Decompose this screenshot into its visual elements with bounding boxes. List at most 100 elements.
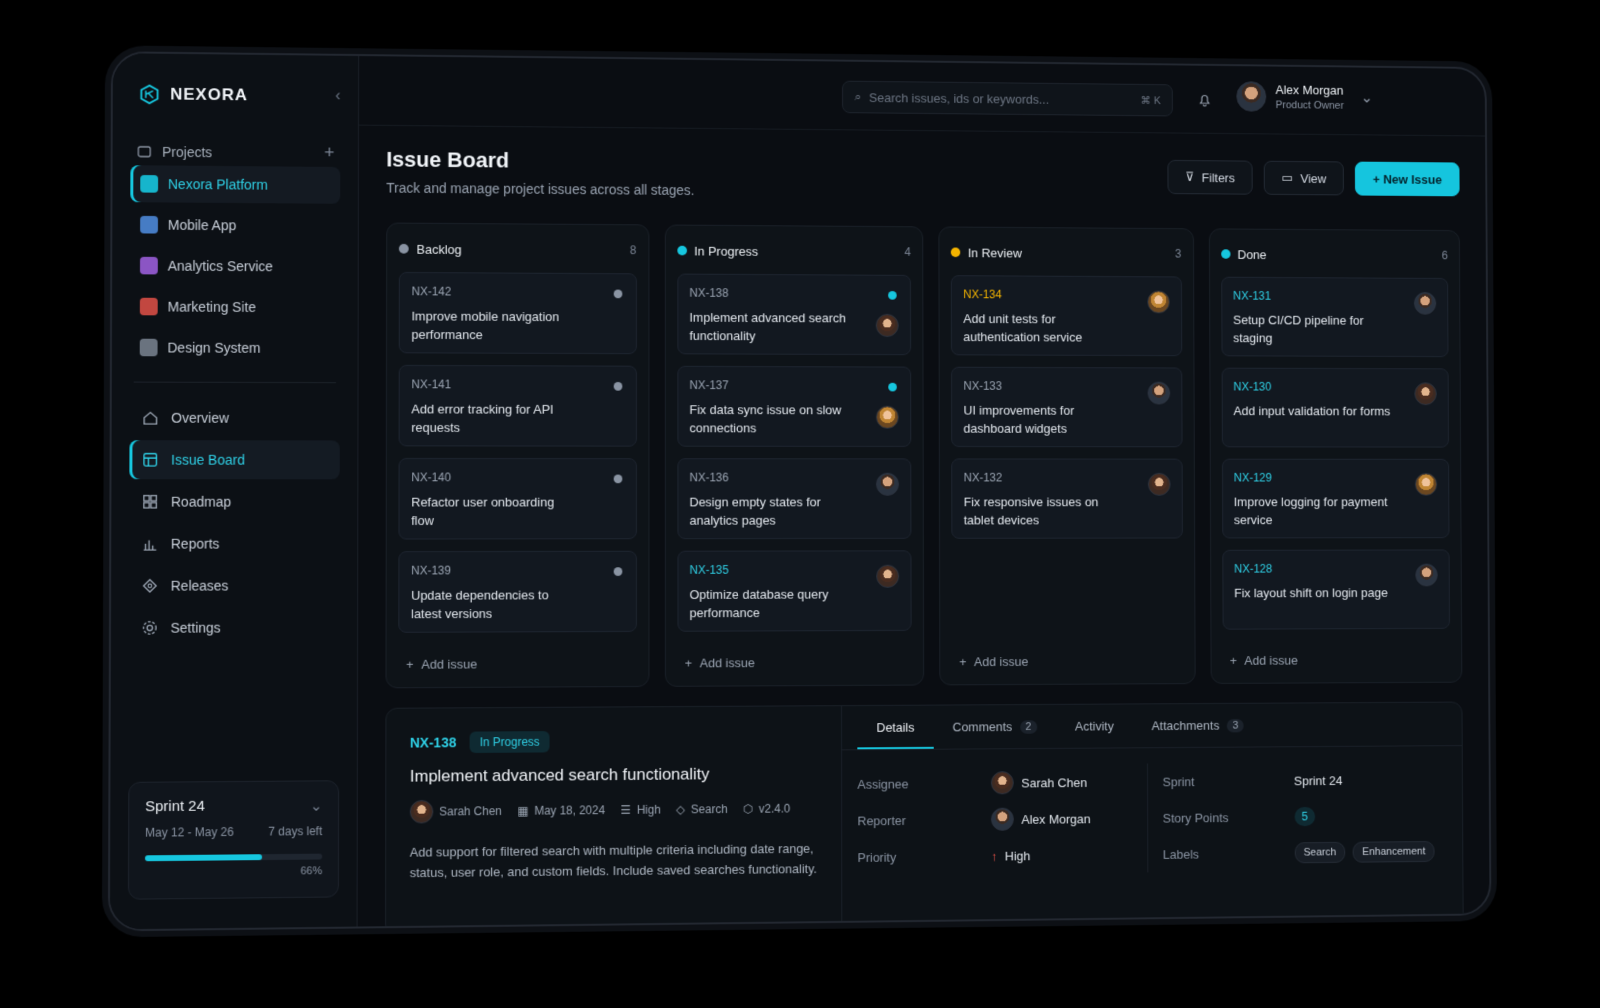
sidebar-project-item[interactable]: Analytics Service: [130, 247, 340, 285]
issue-card[interactable]: NX-134 Add unit tests for authentication …: [951, 275, 1182, 356]
issue-id: NX-141: [411, 378, 623, 392]
issue-card[interactable]: NX-139 Update dependencies to latest vers…: [398, 551, 636, 633]
sprint-progress-fill: [145, 854, 262, 861]
prop-points-value[interactable]: 5: [1294, 807, 1315, 826]
issue-card[interactable]: NX-131 Setup CI/CD pipeline for staging: [1221, 277, 1449, 357]
project-list: Nexora Platform Mobile App Analytics Servi…: [130, 165, 341, 366]
nav-item[interactable]: Settings: [129, 608, 340, 648]
tab-attachments[interactable]: Attachments 3: [1133, 704, 1263, 748]
label-chip[interactable]: Enhancement: [1353, 841, 1435, 863]
tab-label: Comments: [953, 719, 1013, 734]
column-title: In Review: [968, 245, 1022, 260]
prop-sprint-value[interactable]: Sprint 24: [1294, 773, 1343, 788]
add-issue-button[interactable]: + Add issue: [685, 656, 755, 671]
meta-date-value: May 18, 2024: [534, 803, 605, 817]
prop-reporter-key: Reporter: [857, 812, 991, 828]
sprint-progress-label: 66%: [145, 865, 322, 879]
nav-label: Roadmap: [171, 494, 231, 510]
avatar: [876, 314, 899, 337]
meta-priority-value: High: [637, 803, 661, 817]
avatar: [876, 406, 899, 429]
chevron-down-icon[interactable]: ⌄: [310, 797, 322, 815]
filter-icon: ⊽: [1185, 170, 1194, 185]
sidebar-project-item[interactable]: Marketing Site: [130, 288, 340, 326]
collapse-sidebar-icon[interactable]: ‹: [335, 88, 340, 105]
roadmap-icon: [141, 493, 159, 511]
sidebar-project-item[interactable]: Mobile App: [130, 206, 340, 244]
bell-icon[interactable]: [1196, 91, 1213, 108]
issue-card[interactable]: NX-135 Optimize database query performanc…: [677, 550, 912, 631]
sprint-name: Sprint 24: [145, 798, 205, 816]
project-label: Nexora Platform: [168, 176, 268, 192]
sprint-progress-bar: [145, 854, 322, 862]
project-icon: [140, 257, 158, 275]
plus-icon: +: [959, 655, 966, 669]
new-issue-button[interactable]: + New Issue: [1355, 162, 1460, 197]
sidebar-project-item[interactable]: Nexora Platform: [130, 165, 340, 204]
avatar: [1415, 564, 1437, 587]
issue-card[interactable]: NX-137 Fix data sync issue on slow connec…: [677, 366, 911, 447]
meta-assignee-name: Sarah Chen: [439, 804, 502, 818]
nav-item[interactable]: Issue Board: [129, 440, 339, 479]
gear-icon: [141, 619, 159, 637]
issue-card[interactable]: NX-129 Improve logging for payment servic…: [1222, 459, 1450, 539]
nav-item[interactable]: Releases: [129, 566, 340, 606]
column-header: In Progress 4: [677, 239, 911, 263]
tab-label: Attachments: [1151, 718, 1219, 733]
issue-id: NX-130: [1233, 380, 1436, 394]
issue-card[interactable]: NX-136 Design empty states for analytics …: [677, 458, 911, 539]
issue-title: Add unit tests for authentication servic…: [963, 310, 1124, 347]
tag-icon: ◇: [676, 803, 685, 817]
add-project-icon[interactable]: +: [324, 143, 334, 163]
status-dot: [613, 382, 622, 391]
prop-assignee-value[interactable]: Sarah Chen: [991, 771, 1087, 795]
tag-icon: [141, 577, 159, 595]
issue-card[interactable]: NX-128 Fix layout shift on login page: [1222, 549, 1450, 629]
issue-id: NX-142: [412, 285, 624, 300]
tab-label: Details: [876, 720, 914, 735]
board-column: Done 6 NX-131 Setup CI/CD pipeline for stag…: [1208, 228, 1462, 684]
issue-card[interactable]: NX-132 Fix responsive issues on tablet de…: [951, 458, 1182, 538]
issue-card[interactable]: NX-138 Implement advanced search function…: [677, 274, 911, 356]
issue-title: Improve logging for payment service: [1234, 494, 1393, 530]
nav-item[interactable]: Overview: [130, 398, 340, 437]
label-chip[interactable]: Search: [1294, 842, 1345, 863]
meta-component: ◇ Search: [676, 802, 727, 816]
nav-item[interactable]: Reports: [129, 524, 340, 563]
nav-item[interactable]: Roadmap: [129, 482, 339, 521]
meta-version: ⬡ v2.4.0: [743, 802, 790, 816]
user-name: Alex Morgan: [1276, 83, 1344, 98]
issue-card[interactable]: NX-140 Refactor user onboarding flow: [398, 458, 636, 540]
issue-id: NX-134: [963, 288, 1169, 302]
issue-card[interactable]: NX-141 Add error tracking for API request…: [399, 365, 637, 447]
prop-labels: Labels Search Enhancement: [1163, 833, 1448, 872]
add-issue-button[interactable]: + Add issue: [1230, 653, 1298, 668]
issue-title: Fix responsive issues on tablet devices: [964, 494, 1125, 530]
search-input[interactable]: ⌕ Search issues, ids or keywords... ⌘ K: [842, 81, 1173, 117]
tab-activity[interactable]: Activity: [1056, 704, 1133, 747]
sidebar-project-item[interactable]: Design System: [130, 329, 340, 367]
filters-button[interactable]: ⊽ Filters: [1167, 160, 1252, 195]
column-header: Backlog 8: [399, 237, 637, 262]
app-window: NEXORA ‹ Projects + Nexora Platform Mobil…: [108, 51, 1491, 931]
tab-details[interactable]: Details: [857, 706, 933, 750]
sprint-card[interactable]: Sprint 24 ⌄ May 12 - May 26 7 days left …: [128, 780, 339, 899]
new-issue-label: + New Issue: [1373, 172, 1442, 187]
issue-id[interactable]: NX-138: [410, 735, 456, 751]
add-issue-button[interactable]: + Add issue: [406, 657, 477, 672]
issue-card[interactable]: NX-130 Add input validation for forms: [1221, 368, 1449, 448]
add-issue-button[interactable]: + Add issue: [959, 654, 1028, 669]
prop-priority-text: High: [1005, 848, 1030, 863]
prop-reporter-value[interactable]: Alex Morgan: [991, 807, 1091, 831]
tab-comments[interactable]: Comments 2: [933, 705, 1056, 749]
view-button[interactable]: ▭ View: [1264, 161, 1344, 196]
user-menu[interactable]: Alex Morgan Product Owner ⌄: [1236, 81, 1373, 113]
issue-card[interactable]: NX-133 UI improvements for dashboard widg…: [951, 367, 1182, 448]
sprint-dates: May 12 - May 26: [145, 825, 234, 840]
issue-card[interactable]: NX-142 Improve mobile navigation performa…: [399, 272, 637, 354]
project-icon: [140, 339, 158, 357]
prop-labels-value: Search Enhancement: [1294, 841, 1435, 863]
prop-priority-value[interactable]: ↑ High: [991, 848, 1030, 863]
prop-assignee-key: Assignee: [857, 776, 991, 791]
issue-id: NX-129: [1234, 471, 1437, 484]
